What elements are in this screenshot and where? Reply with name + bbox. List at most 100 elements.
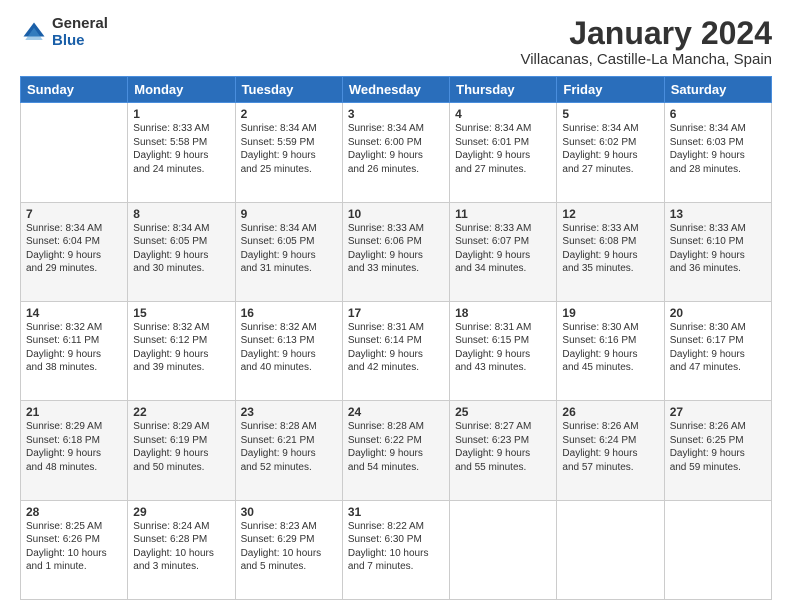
day-number: 6 (670, 107, 766, 121)
page: General Blue January 2024 Villacanas, Ca… (0, 0, 792, 612)
calendar-header-row: Sunday Monday Tuesday Wednesday Thursday… (21, 77, 772, 103)
day-info: Sunrise: 8:34 AM Sunset: 6:05 PM Dayligh… (133, 222, 229, 276)
day-number: 19 (562, 306, 658, 320)
logo-blue: Blue (52, 33, 108, 50)
day-number: 8 (133, 207, 229, 221)
table-cell: 4Sunrise: 8:34 AM Sunset: 6:01 PM Daylig… (450, 103, 557, 202)
table-cell (664, 500, 771, 599)
title-block: January 2024 Villacanas, Castille-La Man… (520, 16, 772, 68)
logo-icon (20, 19, 48, 47)
day-info: Sunrise: 8:34 AM Sunset: 5:59 PM Dayligh… (241, 122, 337, 176)
subtitle: Villacanas, Castille-La Mancha, Spain (520, 51, 772, 68)
table-cell: 11Sunrise: 8:33 AM Sunset: 6:07 PM Dayli… (450, 202, 557, 301)
day-info: Sunrise: 8:33 AM Sunset: 6:08 PM Dayligh… (562, 222, 658, 276)
day-info: Sunrise: 8:32 AM Sunset: 6:11 PM Dayligh… (26, 321, 122, 375)
day-info: Sunrise: 8:29 AM Sunset: 6:18 PM Dayligh… (26, 420, 122, 474)
day-number: 12 (562, 207, 658, 221)
day-info: Sunrise: 8:30 AM Sunset: 6:17 PM Dayligh… (670, 321, 766, 375)
table-cell: 18Sunrise: 8:31 AM Sunset: 6:15 PM Dayli… (450, 301, 557, 400)
day-number: 9 (241, 207, 337, 221)
table-cell: 21Sunrise: 8:29 AM Sunset: 6:18 PM Dayli… (21, 401, 128, 500)
day-number: 2 (241, 107, 337, 121)
col-friday: Friday (557, 77, 664, 103)
table-cell: 25Sunrise: 8:27 AM Sunset: 6:23 PM Dayli… (450, 401, 557, 500)
day-info: Sunrise: 8:30 AM Sunset: 6:16 PM Dayligh… (562, 321, 658, 375)
day-number: 10 (348, 207, 444, 221)
day-number: 17 (348, 306, 444, 320)
day-info: Sunrise: 8:34 AM Sunset: 6:03 PM Dayligh… (670, 122, 766, 176)
table-cell: 22Sunrise: 8:29 AM Sunset: 6:19 PM Dayli… (128, 401, 235, 500)
table-cell: 29Sunrise: 8:24 AM Sunset: 6:28 PM Dayli… (128, 500, 235, 599)
day-info: Sunrise: 8:33 AM Sunset: 5:58 PM Dayligh… (133, 122, 229, 176)
table-cell: 24Sunrise: 8:28 AM Sunset: 6:22 PM Dayli… (342, 401, 449, 500)
day-info: Sunrise: 8:26 AM Sunset: 6:25 PM Dayligh… (670, 420, 766, 474)
col-saturday: Saturday (664, 77, 771, 103)
day-number: 26 (562, 405, 658, 419)
day-number: 3 (348, 107, 444, 121)
table-cell: 30Sunrise: 8:23 AM Sunset: 6:29 PM Dayli… (235, 500, 342, 599)
table-cell: 28Sunrise: 8:25 AM Sunset: 6:26 PM Dayli… (21, 500, 128, 599)
day-info: Sunrise: 8:22 AM Sunset: 6:30 PM Dayligh… (348, 520, 444, 574)
day-info: Sunrise: 8:28 AM Sunset: 6:22 PM Dayligh… (348, 420, 444, 474)
day-info: Sunrise: 8:34 AM Sunset: 6:00 PM Dayligh… (348, 122, 444, 176)
col-monday: Monday (128, 77, 235, 103)
day-info: Sunrise: 8:25 AM Sunset: 6:26 PM Dayligh… (26, 520, 122, 574)
table-cell: 8Sunrise: 8:34 AM Sunset: 6:05 PM Daylig… (128, 202, 235, 301)
day-info: Sunrise: 8:32 AM Sunset: 6:13 PM Dayligh… (241, 321, 337, 375)
logo: General Blue (20, 16, 108, 49)
table-cell: 31Sunrise: 8:22 AM Sunset: 6:30 PM Dayli… (342, 500, 449, 599)
table-cell: 5Sunrise: 8:34 AM Sunset: 6:02 PM Daylig… (557, 103, 664, 202)
table-cell: 15Sunrise: 8:32 AM Sunset: 6:12 PM Dayli… (128, 301, 235, 400)
table-cell (450, 500, 557, 599)
table-cell (21, 103, 128, 202)
logo-general: General (52, 16, 108, 33)
header: General Blue January 2024 Villacanas, Ca… (20, 16, 772, 68)
day-number: 20 (670, 306, 766, 320)
table-cell: 2Sunrise: 8:34 AM Sunset: 5:59 PM Daylig… (235, 103, 342, 202)
day-number: 11 (455, 207, 551, 221)
calendar-table: Sunday Monday Tuesday Wednesday Thursday… (20, 76, 772, 600)
day-number: 25 (455, 405, 551, 419)
day-number: 22 (133, 405, 229, 419)
day-number: 29 (133, 505, 229, 519)
day-info: Sunrise: 8:32 AM Sunset: 6:12 PM Dayligh… (133, 321, 229, 375)
col-wednesday: Wednesday (342, 77, 449, 103)
day-number: 24 (348, 405, 444, 419)
table-cell: 17Sunrise: 8:31 AM Sunset: 6:14 PM Dayli… (342, 301, 449, 400)
table-cell: 10Sunrise: 8:33 AM Sunset: 6:06 PM Dayli… (342, 202, 449, 301)
logo-text: General Blue (52, 16, 108, 49)
day-number: 23 (241, 405, 337, 419)
table-cell: 27Sunrise: 8:26 AM Sunset: 6:25 PM Dayli… (664, 401, 771, 500)
day-number: 7 (26, 207, 122, 221)
day-info: Sunrise: 8:29 AM Sunset: 6:19 PM Dayligh… (133, 420, 229, 474)
table-cell: 14Sunrise: 8:32 AM Sunset: 6:11 PM Dayli… (21, 301, 128, 400)
day-info: Sunrise: 8:24 AM Sunset: 6:28 PM Dayligh… (133, 520, 229, 574)
day-number: 30 (241, 505, 337, 519)
col-sunday: Sunday (21, 77, 128, 103)
day-info: Sunrise: 8:33 AM Sunset: 6:10 PM Dayligh… (670, 222, 766, 276)
day-number: 21 (26, 405, 122, 419)
day-number: 1 (133, 107, 229, 121)
main-title: January 2024 (520, 16, 772, 51)
day-info: Sunrise: 8:23 AM Sunset: 6:29 PM Dayligh… (241, 520, 337, 574)
day-number: 18 (455, 306, 551, 320)
day-info: Sunrise: 8:28 AM Sunset: 6:21 PM Dayligh… (241, 420, 337, 474)
table-cell: 3Sunrise: 8:34 AM Sunset: 6:00 PM Daylig… (342, 103, 449, 202)
day-info: Sunrise: 8:34 AM Sunset: 6:05 PM Dayligh… (241, 222, 337, 276)
table-cell (557, 500, 664, 599)
day-number: 14 (26, 306, 122, 320)
day-number: 28 (26, 505, 122, 519)
day-number: 13 (670, 207, 766, 221)
col-tuesday: Tuesday (235, 77, 342, 103)
table-cell: 26Sunrise: 8:26 AM Sunset: 6:24 PM Dayli… (557, 401, 664, 500)
day-info: Sunrise: 8:34 AM Sunset: 6:04 PM Dayligh… (26, 222, 122, 276)
table-cell: 6Sunrise: 8:34 AM Sunset: 6:03 PM Daylig… (664, 103, 771, 202)
day-number: 4 (455, 107, 551, 121)
day-number: 5 (562, 107, 658, 121)
table-cell: 19Sunrise: 8:30 AM Sunset: 6:16 PM Dayli… (557, 301, 664, 400)
day-info: Sunrise: 8:26 AM Sunset: 6:24 PM Dayligh… (562, 420, 658, 474)
day-number: 15 (133, 306, 229, 320)
day-info: Sunrise: 8:33 AM Sunset: 6:07 PM Dayligh… (455, 222, 551, 276)
table-cell: 23Sunrise: 8:28 AM Sunset: 6:21 PM Dayli… (235, 401, 342, 500)
table-cell: 20Sunrise: 8:30 AM Sunset: 6:17 PM Dayli… (664, 301, 771, 400)
